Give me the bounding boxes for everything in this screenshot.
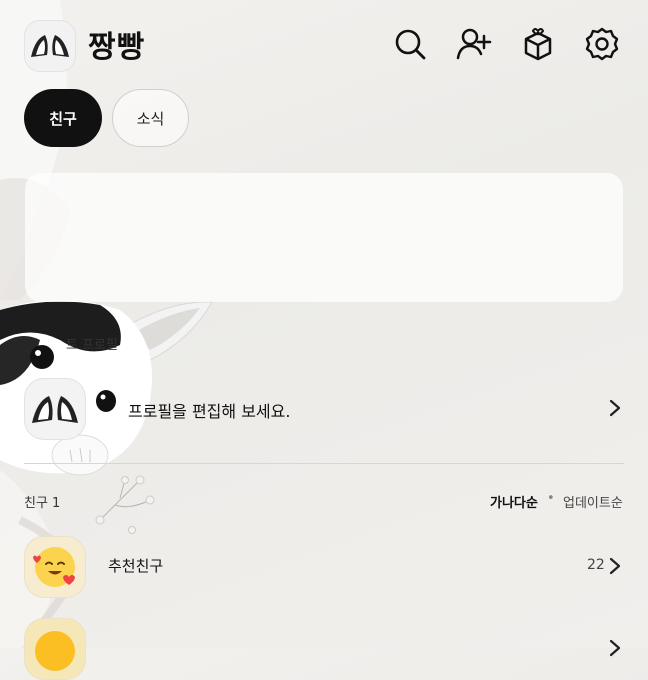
smiling-face-with-hearts-icon — [24, 536, 86, 598]
friends-count-label: 친구 1 — [24, 496, 61, 511]
ad-banner[interactable] — [25, 173, 623, 302]
tab-news[interactable]: 소식 — [112, 89, 189, 147]
chevron-right-icon — [609, 557, 621, 575]
edit-profile-prompt: 프로필을 편집해 보세요. — [128, 402, 291, 421]
add-friend-icon[interactable] — [456, 26, 492, 62]
profile-avatar[interactable] — [24, 20, 76, 72]
sort-by-update[interactable]: 업데이트순 — [563, 492, 623, 511]
settings-icon[interactable] — [584, 26, 620, 62]
my-profile-avatar — [24, 378, 86, 440]
section-divider — [24, 463, 624, 464]
recommended-count: 22 — [587, 557, 605, 573]
tab-friends[interactable]: 친구 — [24, 89, 102, 147]
chevron-right-icon — [609, 639, 621, 657]
bunny-ears-avatar-icon — [32, 396, 78, 423]
emoji-avatar-icon — [24, 618, 86, 680]
app-title: 짱빵 — [88, 30, 146, 65]
list-item-recommended-friends[interactable]: 추천친구 22 — [24, 536, 624, 598]
gift-icon[interactable] — [520, 26, 556, 62]
my-profile-row[interactable]: 프로필을 편집해 보세요. — [24, 376, 624, 440]
list-item-label: 추천친구 — [108, 557, 164, 575]
bunny-ears-avatar-icon — [31, 35, 69, 57]
chevron-right-icon — [609, 399, 621, 417]
sort-alphabetical[interactable]: 가나다순 — [490, 492, 538, 511]
my-profile-section-label: 트 프로필 — [66, 338, 118, 353]
sort-separator: • — [547, 491, 555, 506]
top-header: 짱빵 — [24, 16, 624, 74]
list-item-partial[interactable] — [24, 618, 624, 680]
search-icon[interactable] — [392, 26, 428, 62]
